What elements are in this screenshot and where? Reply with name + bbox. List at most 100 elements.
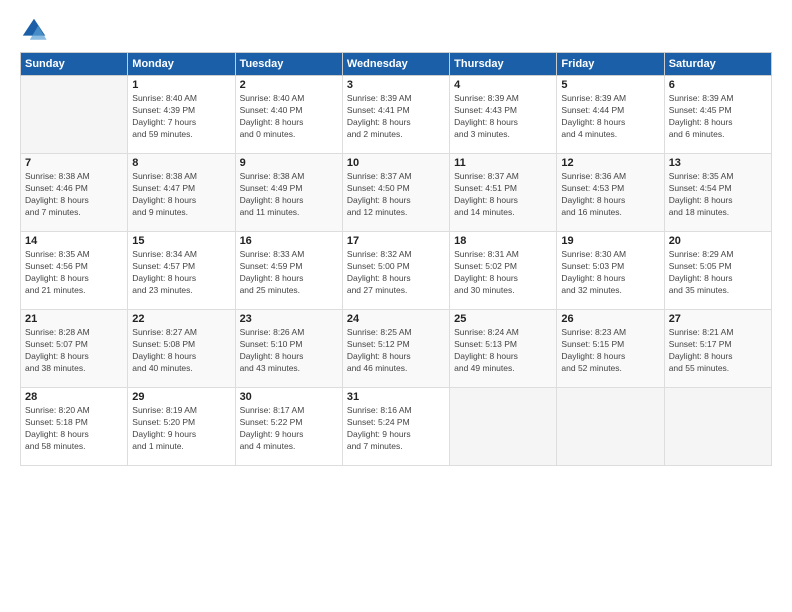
day-number: 8 (132, 157, 230, 169)
day-info: Sunrise: 8:28 AM Sunset: 5:07 PM Dayligh… (25, 327, 123, 375)
week-row-4: 28 Sunrise: 8:20 AM Sunset: 5:18 PM Dayli… (21, 388, 772, 466)
day-info: Sunrise: 8:39 AM Sunset: 4:44 PM Dayligh… (561, 93, 659, 141)
week-row-2: 14 Sunrise: 8:35 AM Sunset: 4:56 PM Dayli… (21, 232, 772, 310)
day-info: Sunrise: 8:39 AM Sunset: 4:41 PM Dayligh… (347, 93, 445, 141)
day-number: 19 (561, 235, 659, 247)
day-cell: 11Sunrise: 8:37 AM Sunset: 4:51 PM Dayli… (450, 154, 557, 232)
day-info: Sunrise: 8:38 AM Sunset: 4:46 PM Dayligh… (25, 171, 123, 219)
day-cell: 8 Sunrise: 8:38 AM Sunset: 4:47 PM Daylig… (128, 154, 235, 232)
week-row-0: 1 Sunrise: 8:40 AM Sunset: 4:39 PM Daylig… (21, 76, 772, 154)
day-cell: 18 Sunrise: 8:31 AM Sunset: 5:02 PM Dayli… (450, 232, 557, 310)
header-row: SundayMondayTuesdayWednesdayThursdayFrid… (21, 53, 772, 76)
day-cell: 12 Sunrise: 8:36 AM Sunset: 4:53 PM Dayli… (557, 154, 664, 232)
day-cell: 17 Sunrise: 8:32 AM Sunset: 5:00 PM Dayli… (342, 232, 449, 310)
day-info: Sunrise: 8:39 AM Sunset: 4:45 PM Dayligh… (669, 93, 767, 141)
day-number: 30 (240, 391, 338, 403)
day-cell: 27 Sunrise: 8:21 AM Sunset: 5:17 PM Dayli… (664, 310, 771, 388)
week-row-3: 21Sunrise: 8:28 AM Sunset: 5:07 PM Dayli… (21, 310, 772, 388)
day-info: Sunrise: 8:31 AM Sunset: 5:02 PM Dayligh… (454, 249, 552, 297)
day-cell: 28 Sunrise: 8:20 AM Sunset: 5:18 PM Dayli… (21, 388, 128, 466)
week-row-1: 7 Sunrise: 8:38 AM Sunset: 4:46 PM Daylig… (21, 154, 772, 232)
day-info: Sunrise: 8:39 AM Sunset: 4:43 PM Dayligh… (454, 93, 552, 141)
day-number: 9 (240, 157, 338, 169)
day-number: 4 (454, 79, 552, 91)
day-number: 27 (669, 313, 767, 325)
day-cell: 16Sunrise: 8:33 AM Sunset: 4:59 PM Dayli… (235, 232, 342, 310)
day-cell: 23 Sunrise: 8:26 AM Sunset: 5:10 PM Dayli… (235, 310, 342, 388)
day-cell (664, 388, 771, 466)
day-info: Sunrise: 8:32 AM Sunset: 5:00 PM Dayligh… (347, 249, 445, 297)
day-cell: 1 Sunrise: 8:40 AM Sunset: 4:39 PM Daylig… (128, 76, 235, 154)
day-cell (450, 388, 557, 466)
day-number: 15 (132, 235, 230, 247)
header (20, 16, 772, 44)
day-info: Sunrise: 8:25 AM Sunset: 5:12 PM Dayligh… (347, 327, 445, 375)
header-cell-sunday: Sunday (21, 53, 128, 76)
day-cell: 20Sunrise: 8:29 AM Sunset: 5:05 PM Dayli… (664, 232, 771, 310)
day-number: 1 (132, 79, 230, 91)
day-info: Sunrise: 8:35 AM Sunset: 4:56 PM Dayligh… (25, 249, 123, 297)
header-cell-friday: Friday (557, 53, 664, 76)
day-info: Sunrise: 8:40 AM Sunset: 4:40 PM Dayligh… (240, 93, 338, 141)
day-number: 22 (132, 313, 230, 325)
day-cell (557, 388, 664, 466)
day-cell: 15 Sunrise: 8:34 AM Sunset: 4:57 PM Dayli… (128, 232, 235, 310)
day-info: Sunrise: 8:17 AM Sunset: 5:22 PM Dayligh… (240, 405, 338, 453)
day-info: Sunrise: 8:21 AM Sunset: 5:17 PM Dayligh… (669, 327, 767, 375)
header-cell-saturday: Saturday (664, 53, 771, 76)
day-number: 26 (561, 313, 659, 325)
day-number: 10 (347, 157, 445, 169)
page: SundayMondayTuesdayWednesdayThursdayFrid… (0, 0, 792, 612)
day-cell: 4 Sunrise: 8:39 AM Sunset: 4:43 PM Daylig… (450, 76, 557, 154)
day-number: 6 (669, 79, 767, 91)
day-number: 18 (454, 235, 552, 247)
logo-icon (20, 16, 48, 44)
day-cell: 5 Sunrise: 8:39 AM Sunset: 4:44 PM Daylig… (557, 76, 664, 154)
day-cell: 31 Sunrise: 8:16 AM Sunset: 5:24 PM Dayli… (342, 388, 449, 466)
day-number: 31 (347, 391, 445, 403)
day-cell: 21Sunrise: 8:28 AM Sunset: 5:07 PM Dayli… (21, 310, 128, 388)
day-info: Sunrise: 8:38 AM Sunset: 4:47 PM Dayligh… (132, 171, 230, 219)
calendar-header: SundayMondayTuesdayWednesdayThursdayFrid… (21, 53, 772, 76)
day-info: Sunrise: 8:16 AM Sunset: 5:24 PM Dayligh… (347, 405, 445, 453)
day-number: 28 (25, 391, 123, 403)
day-number: 7 (25, 157, 123, 169)
day-info: Sunrise: 8:26 AM Sunset: 5:10 PM Dayligh… (240, 327, 338, 375)
day-number: 12 (561, 157, 659, 169)
day-number: 3 (347, 79, 445, 91)
day-number: 23 (240, 313, 338, 325)
logo (20, 16, 52, 44)
day-number: 14 (25, 235, 123, 247)
day-info: Sunrise: 8:40 AM Sunset: 4:39 PM Dayligh… (132, 93, 230, 141)
day-info: Sunrise: 8:29 AM Sunset: 5:05 PM Dayligh… (669, 249, 767, 297)
day-number: 29 (132, 391, 230, 403)
day-info: Sunrise: 8:38 AM Sunset: 4:49 PM Dayligh… (240, 171, 338, 219)
day-number: 17 (347, 235, 445, 247)
day-cell: 22 Sunrise: 8:27 AM Sunset: 5:08 PM Dayli… (128, 310, 235, 388)
header-cell-thursday: Thursday (450, 53, 557, 76)
day-cell (21, 76, 128, 154)
day-info: Sunrise: 8:34 AM Sunset: 4:57 PM Dayligh… (132, 249, 230, 297)
day-cell: 3 Sunrise: 8:39 AM Sunset: 4:41 PM Daylig… (342, 76, 449, 154)
day-number: 25 (454, 313, 552, 325)
day-info: Sunrise: 8:36 AM Sunset: 4:53 PM Dayligh… (561, 171, 659, 219)
day-cell: 2Sunrise: 8:40 AM Sunset: 4:40 PM Daylig… (235, 76, 342, 154)
day-info: Sunrise: 8:37 AM Sunset: 4:51 PM Dayligh… (454, 171, 552, 219)
day-number: 24 (347, 313, 445, 325)
day-cell: 29 Sunrise: 8:19 AM Sunset: 5:20 PM Dayli… (128, 388, 235, 466)
day-number: 5 (561, 79, 659, 91)
day-cell: 13Sunrise: 8:35 AM Sunset: 4:54 PM Dayli… (664, 154, 771, 232)
day-cell: 10Sunrise: 8:37 AM Sunset: 4:50 PM Dayli… (342, 154, 449, 232)
day-cell: 6 Sunrise: 8:39 AM Sunset: 4:45 PM Daylig… (664, 76, 771, 154)
calendar-table: SundayMondayTuesdayWednesdayThursdayFrid… (20, 52, 772, 466)
calendar-body: 1 Sunrise: 8:40 AM Sunset: 4:39 PM Daylig… (21, 76, 772, 466)
day-info: Sunrise: 8:23 AM Sunset: 5:15 PM Dayligh… (561, 327, 659, 375)
day-cell: 30 Sunrise: 8:17 AM Sunset: 5:22 PM Dayli… (235, 388, 342, 466)
header-cell-monday: Monday (128, 53, 235, 76)
day-info: Sunrise: 8:19 AM Sunset: 5:20 PM Dayligh… (132, 405, 230, 453)
day-info: Sunrise: 8:20 AM Sunset: 5:18 PM Dayligh… (25, 405, 123, 453)
header-cell-wednesday: Wednesday (342, 53, 449, 76)
day-info: Sunrise: 8:27 AM Sunset: 5:08 PM Dayligh… (132, 327, 230, 375)
day-number: 13 (669, 157, 767, 169)
day-info: Sunrise: 8:30 AM Sunset: 5:03 PM Dayligh… (561, 249, 659, 297)
